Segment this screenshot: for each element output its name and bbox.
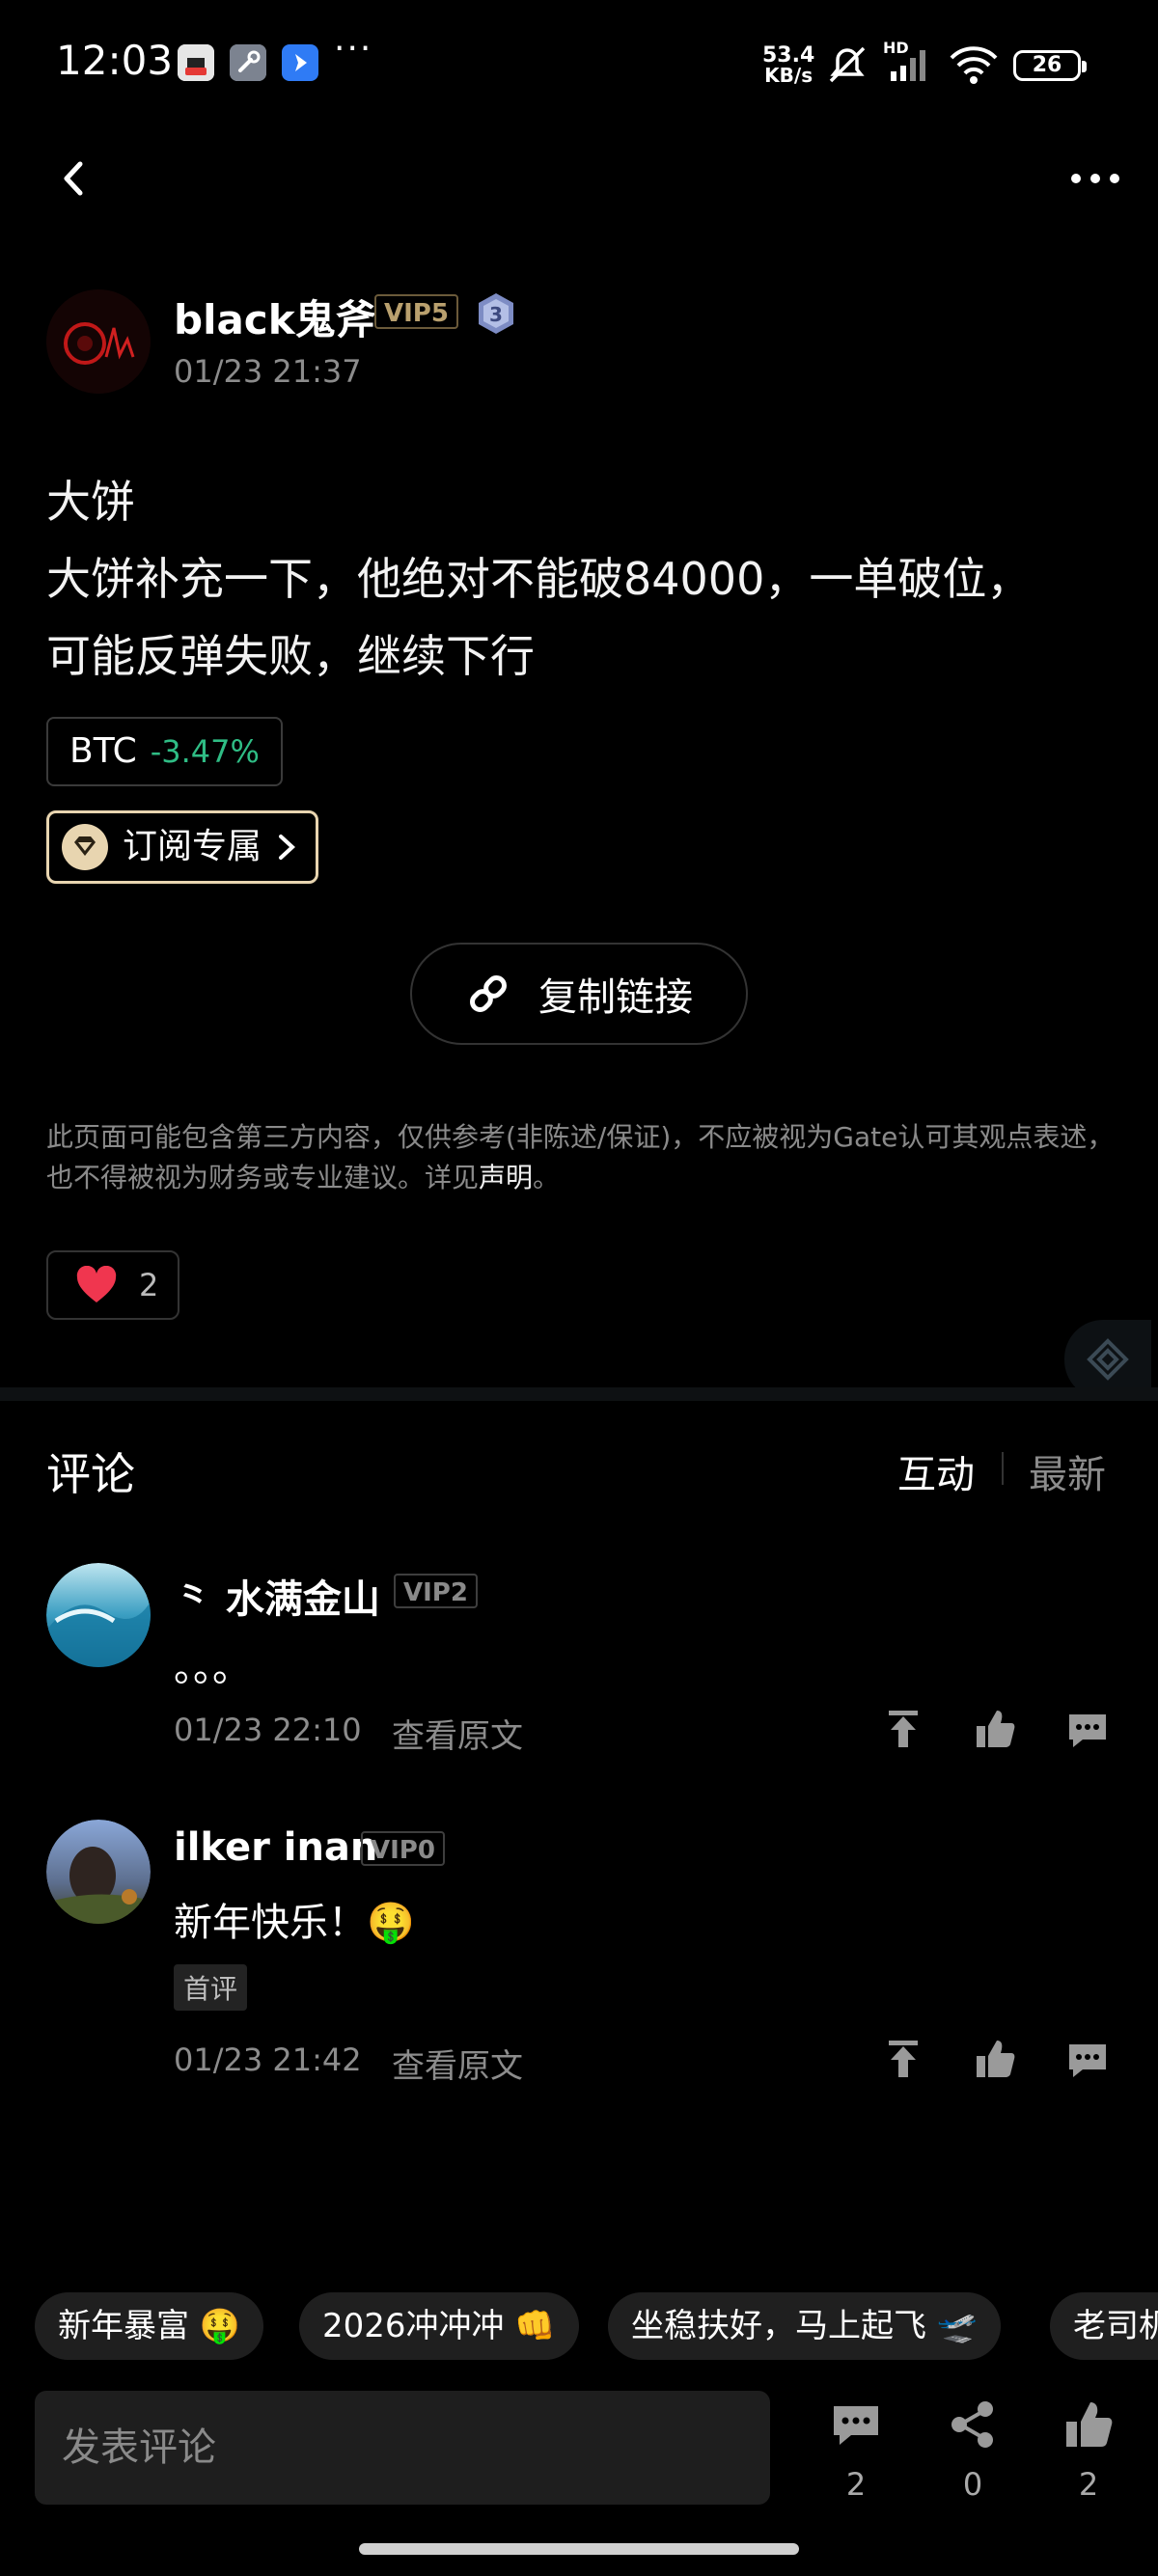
vip-badge: VIP0 [361,1831,445,1866]
post-line: 可能反弹失败，继续下行 [46,630,535,682]
link-icon [470,975,507,1012]
copy-link-button[interactable]: 复制链接 [410,943,748,1045]
comments-count: 2 [845,2466,867,2503]
sort-latest-tab[interactable]: 最新 [1029,1443,1106,1499]
chevron-right-icon [279,835,295,860]
comment-input[interactable]: 发表评论 [35,2391,770,2505]
pin-top-icon[interactable] [881,1707,925,1751]
reply-comment-icon[interactable] [1065,2037,1110,2081]
section-divider [0,1387,1158,1401]
status-time: 12:03 [56,37,174,84]
quick-reply-chip[interactable]: 新年暴富 🤑 [35,2292,264,2360]
vip-badge: VIP5 [374,294,458,329]
share-icon[interactable] [947,2398,999,2451]
like-count: 2 [139,1267,159,1303]
comment-author-name[interactable]: ilker inan [174,1825,377,1870]
like-count: 2 [1078,2466,1099,2503]
pin-top-icon[interactable] [881,2037,925,2081]
comment-avatar[interactable] [46,1563,151,1667]
comments-icon[interactable] [830,2398,882,2451]
vip-badge: VIP2 [394,1574,478,1608]
post-line: 大饼 [46,476,135,528]
first-comment-tag: 首评 [174,1964,248,2011]
thumbs-up-icon[interactable] [1062,2398,1115,2451]
comments-title: 评论 [46,1448,135,1500]
diamond-icon [62,824,108,870]
view-original-link[interactable]: 查看原文 [392,1710,523,1757]
coin-symbol: BTC [69,731,137,771]
chevron-left-icon [64,161,83,196]
quick-reply-chip[interactable]: 坐稳扶好，马上起飞 🛫 [608,2292,1002,2360]
share-count: 0 [962,2466,983,2503]
app-notification-icon [178,44,214,81]
author-name[interactable]: black鬼斧 [174,288,376,346]
svg-text:3: 3 [489,303,503,326]
comment-text: 。。。 [174,1646,251,1690]
subscribe-label: 订阅专属 [123,827,262,866]
comment-text: 新年快乐！🤑 [174,1901,415,1945]
status-bar: 12:03 ··· 53.4 KB/s HD 26 [0,0,1158,135]
reply-comment-icon[interactable] [1065,1707,1110,1751]
more-dots-icon [1071,174,1119,183]
home-indicator[interactable] [359,2543,799,2555]
post-line: 大饼补充一下，他绝对不能破84000，一单破位， [46,553,1032,605]
post-time: 01/23 21:37 [174,353,362,390]
tools-notification-icon [230,44,266,81]
mute-icon [825,44,869,89]
back-button[interactable] [53,154,92,203]
coin-tag[interactable]: BTC -3.47% [46,717,283,786]
battery-indicator: 26 [1013,50,1087,81]
disclaimer-link[interactable]: 声明 [479,1162,533,1193]
app-shortcut-icon [282,44,318,81]
thumbs-up-icon[interactable] [973,1707,1017,1751]
view-original-link[interactable]: 查看原文 [392,2040,523,2087]
subscribe-button[interactable]: 订阅专属 [46,810,319,884]
like-button[interactable]: 2 [46,1250,179,1320]
more-notifications-icon: ··· [334,29,373,69]
quick-reply-chip[interactable]: 老司机 [1050,2292,1158,2360]
level-badge: 3 [475,291,517,336]
author-avatar[interactable] [46,289,151,394]
sort-separator [1002,1452,1004,1485]
comment-time: 01/23 22:10 [174,1712,362,1748]
heart-icon [76,1266,117,1302]
more-options-button[interactable] [1066,154,1124,203]
comment-author-name[interactable]: ⺀ 水满金山 [174,1568,380,1624]
thumbs-up-icon[interactable] [973,2037,1017,2081]
coin-change: -3.47% [150,733,260,770]
signal-icon: HD [883,39,937,87]
net-speed: 53.4 KB/s [762,43,815,87]
comment-avatar[interactable] [46,1820,151,1924]
quick-reply-chip[interactable]: 2026冲冲冲 👊 [299,2292,579,2360]
wifi-icon [948,44,1000,89]
comment-time: 01/23 21:42 [174,2042,362,2078]
sort-interactive-tab[interactable]: 互动 [897,1443,975,1499]
disclaimer-text: 此页面可能包含第三方内容，仅供参考(非陈述/保证)，不应被视为Gate认可其观点… [46,1121,1115,1193]
post-content: 大饼 大饼补充一下，他绝对不能破84000，一单破位， 可能反弹失败，继续下行 [46,463,1117,695]
copy-link-label: 复制链接 [538,975,693,1020]
diamond-logo-icon [1087,1338,1129,1381]
